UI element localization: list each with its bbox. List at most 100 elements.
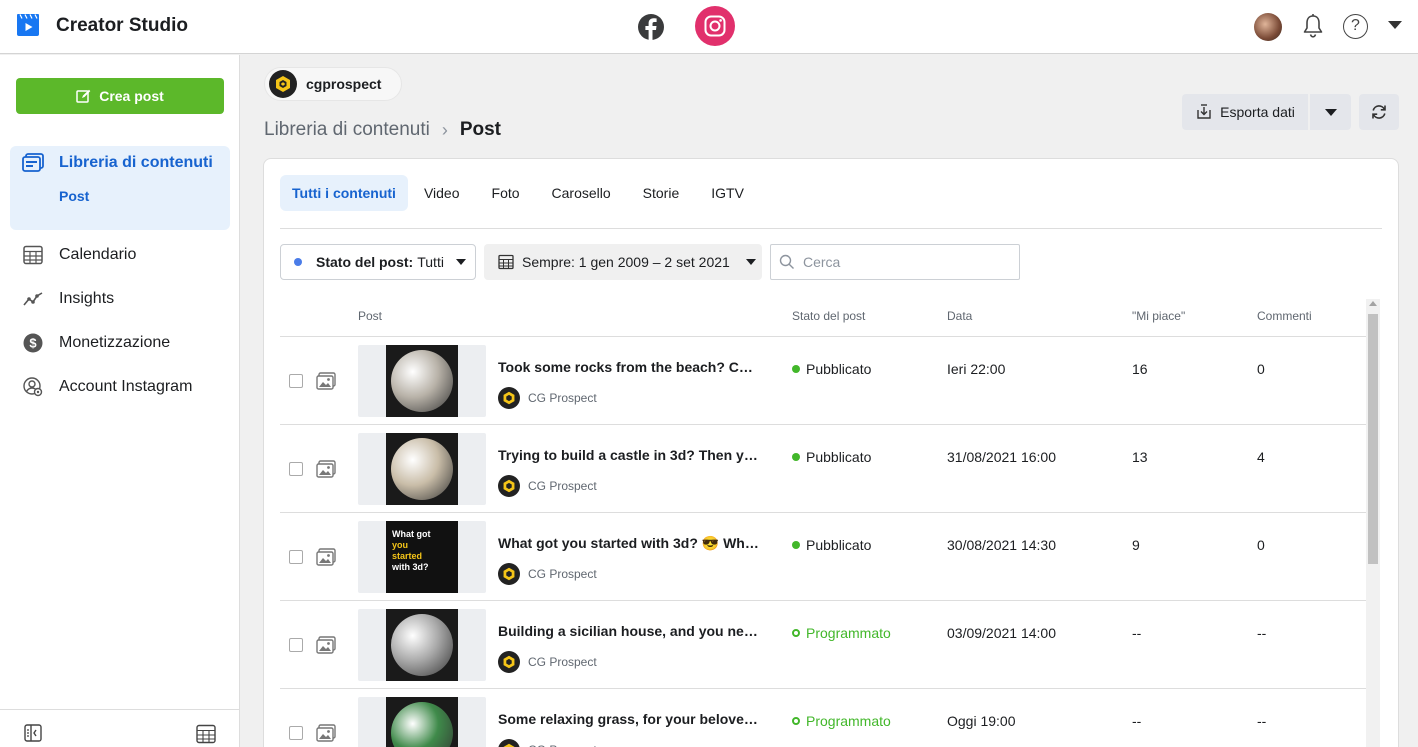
search-icon [779, 254, 794, 269]
export-data-button[interactable]: Esporta dati [1182, 94, 1308, 130]
row-checkbox[interactable] [289, 374, 303, 388]
scroll-up-icon[interactable] [1369, 301, 1377, 306]
sidebar-subitem-post[interactable]: Post [59, 188, 89, 204]
thumbnail-caption: What got you started with 3d? [386, 521, 458, 593]
thumbnail-image [386, 697, 458, 747]
column-header-status[interactable]: Stato del post [792, 309, 865, 323]
sidebar-item-label: Insights [59, 290, 115, 307]
sidebar: Crea post Libreria di contenuti Post Cal… [0, 55, 240, 747]
account-selector[interactable]: cgprospect [264, 67, 403, 101]
sidebar-item-content-library[interactable]: Libreria di contenuti [22, 152, 213, 174]
account-name: cgprospect [306, 76, 382, 92]
post-title[interactable]: What got you started with 3d? 😎 What's y… [498, 535, 760, 552]
refresh-icon [1372, 105, 1386, 119]
post-likes: 13 [1132, 449, 1148, 465]
calendar-icon [498, 254, 514, 270]
table-row[interactable]: Trying to build a castle in 3d? Then you… [280, 425, 1366, 513]
column-header-date[interactable]: Data [947, 309, 972, 323]
breadcrumb: Libreria di contenuti › Post [264, 119, 501, 141]
post-thumbnail[interactable] [358, 609, 486, 681]
post-thumbnail[interactable] [358, 433, 486, 505]
export-label: Esporta dati [1220, 104, 1295, 120]
sidebar-item-monetization[interactable]: $ Monetizzazione [22, 332, 170, 354]
author-name: CG Prospect [528, 567, 597, 581]
breadcrumb-parent[interactable]: Libreria di contenuti [264, 119, 430, 141]
sidebar-item-insights[interactable]: Insights [22, 288, 114, 310]
thumbnail-image: What got you started with 3d? [386, 521, 458, 593]
post-status-filter[interactable]: Stato del post: Tutti [280, 244, 476, 280]
post-title[interactable]: Building a sicilian house, and you need … [498, 623, 760, 639]
create-post-button[interactable]: Crea post [16, 78, 224, 114]
search-input[interactable] [803, 254, 1003, 270]
creator-studio-logo-icon[interactable] [16, 13, 40, 37]
status-dot-icon [792, 629, 800, 637]
table-row[interactable]: Some relaxing grass, for your beloved 3d… [280, 689, 1366, 747]
tab-stories[interactable]: Storie [627, 175, 696, 211]
post-date: Oggi 19:00 [947, 713, 1016, 729]
status-text: Programmato [806, 625, 891, 641]
content-library-icon [22, 152, 44, 174]
thumbnail-image [386, 609, 458, 681]
account-logo-icon [498, 387, 520, 409]
row-checkbox[interactable] [289, 726, 303, 740]
author-name: CG Prospect [528, 743, 597, 747]
date-range-filter[interactable]: Sempre: 1 gen 2009 – 2 set 2021 [484, 244, 762, 280]
post-date: 30/08/2021 14:30 [947, 537, 1056, 553]
sidebar-item-label: Libreria di contenuti [59, 154, 213, 171]
page-title: Post [459, 119, 502, 140]
avatar[interactable] [1254, 13, 1282, 41]
table-row[interactable]: What got you started with 3d? What got you s… [280, 513, 1366, 601]
tab-igtv[interactable]: IGTV [695, 175, 760, 211]
sidebar-item-instagram-account[interactable]: Account Instagram [22, 376, 192, 398]
row-checkbox[interactable] [289, 638, 303, 652]
insights-icon [22, 288, 44, 310]
row-checkbox[interactable] [289, 462, 303, 476]
post-title[interactable]: Took some rocks from the beach? CG Prosp… [498, 359, 760, 375]
table-row[interactable]: Took some rocks from the beach? CG Prosp… [280, 337, 1366, 425]
tab-all-content[interactable]: Tutti i contenuti [280, 175, 408, 211]
thumbnail-sphere [391, 350, 453, 412]
facebook-icon[interactable] [637, 13, 665, 41]
chevron-right-icon: › [441, 119, 448, 140]
thumbnail-caption-line: What got [392, 529, 431, 539]
instagram-button[interactable] [695, 6, 735, 46]
tab-carousel[interactable]: Carosello [536, 175, 627, 211]
post-thumbnail[interactable] [358, 345, 486, 417]
post-author: CG Prospect [498, 739, 597, 747]
thumbnail-caption-line: started [392, 551, 423, 561]
post-thumbnail[interactable]: What got you started with 3d? [358, 521, 486, 593]
column-header-comments[interactable]: Commenti [1257, 309, 1312, 323]
account-menu-caret-icon[interactable] [1388, 21, 1402, 29]
scrollbar-thumb[interactable] [1368, 314, 1378, 564]
export-options-button[interactable] [1310, 94, 1351, 130]
post-title[interactable]: Some relaxing grass, for your beloved 3d… [498, 711, 760, 727]
post-title[interactable]: Trying to build a castle in 3d? Then you… [498, 447, 760, 463]
status-dot-icon [792, 453, 800, 461]
column-header-post[interactable]: Post [358, 309, 382, 323]
tab-photo[interactable]: Foto [476, 175, 536, 211]
post-thumbnail[interactable] [358, 697, 486, 747]
row-checkbox[interactable] [289, 550, 303, 564]
bell-icon[interactable] [1301, 13, 1325, 39]
chevron-down-icon [1324, 108, 1337, 116]
help-icon[interactable]: ? [1343, 14, 1368, 39]
status-badge: Programmato [792, 713, 891, 729]
search-box [770, 244, 1020, 280]
status-text: Pubblicato [806, 537, 872, 553]
sidebar-item-label: Calendario [59, 246, 137, 263]
sidebar-item-calendar[interactable]: Calendario [22, 244, 136, 266]
post-likes: -- [1132, 713, 1142, 729]
post-comments: 0 [1257, 537, 1265, 553]
tab-video[interactable]: Video [408, 175, 476, 211]
collapse-sidebar-icon[interactable] [24, 724, 42, 742]
refresh-button[interactable] [1359, 94, 1399, 130]
thumbnail-caption-line: with 3d? [392, 562, 429, 572]
column-header-likes[interactable]: "Mi piace" [1132, 309, 1185, 323]
content-tabs: Tutti i contenuti Video Foto Carosello S… [280, 175, 760, 211]
table-view-icon[interactable] [196, 724, 216, 744]
thumbnail-image [386, 345, 458, 417]
status-dot-icon [792, 365, 800, 373]
status-dot-icon [294, 258, 302, 266]
table-row[interactable]: Building a sicilian house, and you need … [280, 601, 1366, 689]
account-logo-icon [498, 475, 520, 497]
